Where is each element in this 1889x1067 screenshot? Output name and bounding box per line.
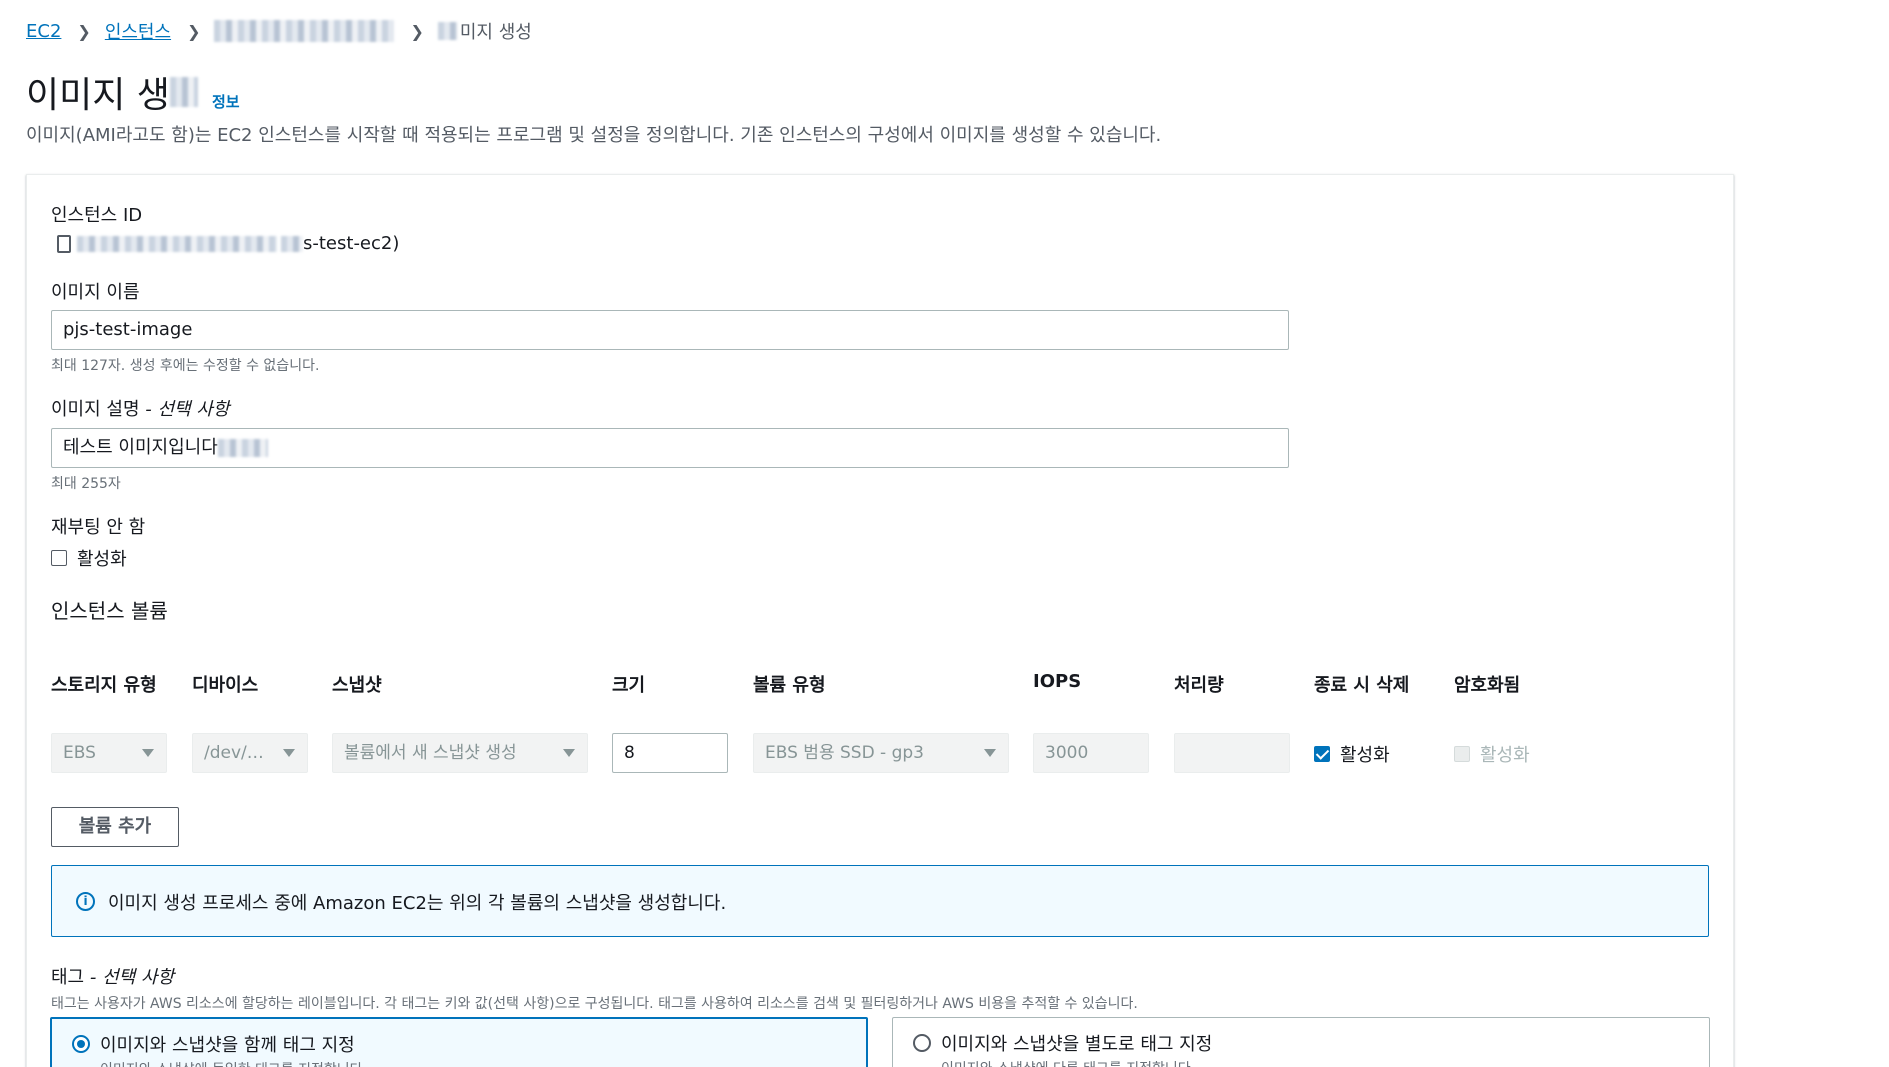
- image-description-input[interactable]: 테스트 이미지입니다: [51, 428, 1289, 468]
- redacted-text: [281, 235, 303, 252]
- breadcrumb-current: 미지 생성: [459, 22, 532, 43]
- col-device: 디바이스: [192, 675, 259, 696]
- info-link[interactable]: 정보: [212, 91, 240, 112]
- volume-type-select: EBS 범용 SSD - gp3: [753, 733, 1009, 773]
- storage-type-value: EBS: [63, 743, 96, 763]
- storage-type-select: EBS: [51, 733, 167, 773]
- caret-down-icon: [142, 749, 154, 757]
- volume-type-value: EBS 범용 SSD - gp3: [765, 743, 924, 763]
- col-iops: IOPS: [1033, 671, 1082, 692]
- instance-volumes-title: 인스턴스 볼륨: [51, 599, 168, 623]
- page-description: 이미지(AMI라고도 함)는 EC2 인스턴스를 시작할 때 적용되는 프로그램…: [26, 125, 1162, 146]
- no-reboot-label: 재부팅 안 함: [51, 517, 146, 538]
- instance-id-value: s-test-ec2): [57, 233, 399, 254]
- tag-separate-radio[interactable]: [913, 1034, 931, 1052]
- redacted-text: [217, 439, 268, 457]
- tags-description: 태그는 사용자가 AWS 리소스에 할당하는 레이블입니다. 각 태그는 키와 …: [51, 996, 1138, 1012]
- tag-separate-title: 이미지와 스냅샷을 별도로 태그 지정: [941, 1034, 1213, 1055]
- breadcrumb: EC2 ❯ 인스턴스 ❯ ❯ 미지 생성: [26, 18, 532, 44]
- breadcrumb-instances-link[interactable]: 인스턴스: [105, 18, 171, 44]
- device-select: /dev/…: [192, 733, 308, 773]
- col-encrypted: 암호화됨: [1454, 675, 1521, 696]
- image-description-value: 테스트 이미지입니다: [63, 437, 218, 458]
- snapshot-value: 볼륨에서 새 스냅샷 생성: [344, 743, 517, 763]
- chevron-right-icon: ❯: [410, 21, 424, 41]
- info-icon: i: [76, 892, 95, 911]
- encrypted-checkbox: [1454, 746, 1470, 762]
- caret-down-icon: [283, 749, 295, 757]
- redacted-text: [437, 22, 458, 40]
- tags-label: 태그 - 선택 사항: [51, 963, 174, 989]
- tag-together-radio[interactable]: [72, 1035, 90, 1053]
- col-snapshot: 스냅샷: [332, 675, 382, 696]
- delete-on-termination-row[interactable]: 활성화: [1314, 741, 1390, 767]
- delete-on-termination-label: 활성화: [1340, 745, 1390, 766]
- image-name-hint: 최대 127자. 생성 후에는 수정할 수 없습니다.: [51, 358, 320, 374]
- instance-id-suffix: s-test-ec2): [303, 233, 400, 254]
- tag-together-title: 이미지와 스냅샷을 함께 태그 지정: [100, 1035, 355, 1056]
- add-volume-button[interactable]: 볼륨 추가: [51, 807, 179, 847]
- snapshot-select: 볼륨에서 새 스냅샷 생성: [332, 733, 588, 773]
- chevron-right-icon: ❯: [77, 21, 91, 41]
- iops-input: 3000: [1033, 733, 1149, 773]
- info-alert-text: 이미지 생성 프로세스 중에 Amazon EC2는 위의 각 볼륨의 스냅샷을…: [108, 893, 727, 914]
- instance-id-label: 인스턴스 ID: [51, 205, 143, 226]
- optional-text: - 선택 사항: [139, 399, 230, 420]
- image-description-hint: 최대 255자: [51, 476, 121, 492]
- no-reboot-checkbox-label: 활성화: [77, 549, 127, 570]
- no-reboot-checkbox-row[interactable]: 활성화: [51, 545, 127, 571]
- breadcrumb-ec2-link[interactable]: EC2: [26, 21, 61, 42]
- tag-together-sub: 이미지와 스냅샷에 동일한 태그를 지정합니다.: [100, 1059, 367, 1067]
- caret-down-icon: [563, 749, 575, 757]
- tag-separate-option[interactable]: 이미지와 스냅샷을 별도로 태그 지정 이미지와 스냅샷에 다른 태그를 지정합…: [892, 1017, 1710, 1067]
- image-name-label: 이미지 이름: [51, 282, 140, 303]
- tag-separate-sub: 이미지와 스냅샷에 다른 태그를 지정합니다.: [941, 1058, 1195, 1067]
- throughput-input: [1174, 733, 1290, 773]
- redacted-text: [169, 77, 198, 107]
- page-title-text: 이미지 생: [26, 75, 170, 116]
- col-volume-type: 볼륨 유형: [753, 675, 826, 696]
- col-storage-type: 스토리지 유형: [51, 675, 157, 696]
- col-size: 크기: [612, 675, 646, 696]
- create-image-panel: 인스턴스 ID s-test-ec2) 이미지 이름 pjs-test-imag…: [26, 174, 1734, 1067]
- image-description-label-text: 이미지 설명: [51, 399, 140, 420]
- page-title: 이미지 생 정보: [26, 66, 240, 118]
- info-alert: i 이미지 생성 프로세스 중에 Amazon EC2는 위의 각 볼륨의 스냅…: [51, 865, 1709, 937]
- delete-on-termination-checkbox[interactable]: [1314, 746, 1330, 762]
- encrypted-row: 활성화: [1454, 741, 1530, 767]
- breadcrumb-instance-redacted[interactable]: [214, 20, 395, 42]
- image-description-label: 이미지 설명 - 선택 사항: [51, 395, 229, 421]
- col-delete-on-termination: 종료 시 삭제: [1314, 675, 1410, 696]
- copy-icon[interactable]: [57, 234, 71, 253]
- encrypted-label: 활성화: [1480, 745, 1530, 766]
- tag-together-option[interactable]: 이미지와 스냅샷을 함께 태그 지정 이미지와 스냅샷에 동일한 태그를 지정합…: [50, 1017, 868, 1067]
- no-reboot-checkbox[interactable]: [51, 550, 67, 566]
- device-value: /dev/…: [204, 743, 264, 763]
- redacted-text: [77, 235, 277, 252]
- size-input[interactable]: 8: [612, 733, 728, 773]
- image-name-input[interactable]: pjs-test-image: [51, 310, 1289, 350]
- tags-label-text: 태그: [51, 967, 85, 988]
- caret-down-icon: [984, 749, 996, 757]
- chevron-right-icon: ❯: [187, 21, 201, 41]
- optional-text: - 선택 사항: [84, 967, 175, 988]
- col-throughput: 처리량: [1174, 675, 1224, 696]
